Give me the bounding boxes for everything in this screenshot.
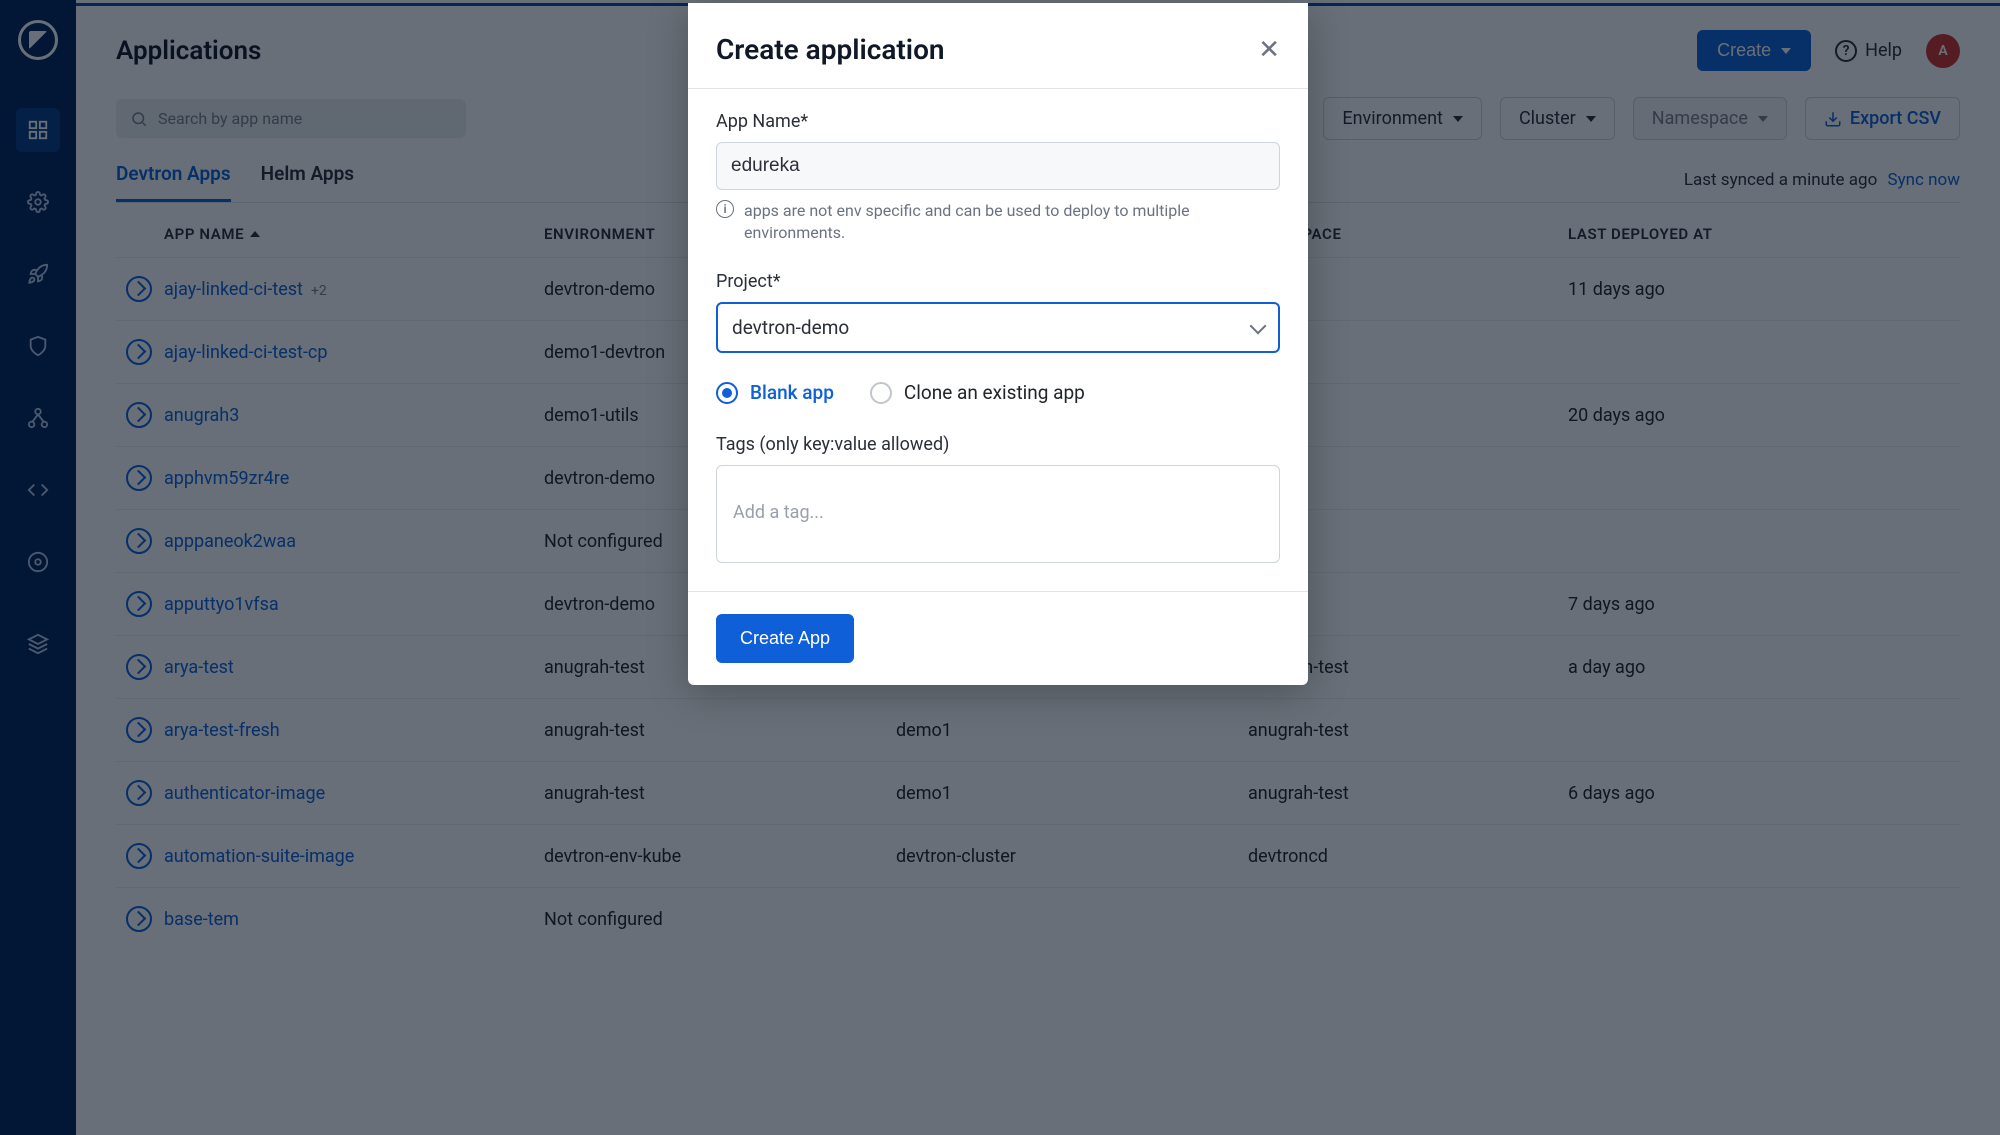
- close-button[interactable]: ✕: [1258, 34, 1280, 65]
- radio-clone-label: Clone an existing app: [904, 381, 1085, 404]
- info-icon: i: [716, 200, 734, 218]
- radio-icon: [870, 382, 892, 404]
- radio-clone-app[interactable]: Clone an existing app: [870, 381, 1085, 404]
- close-icon: ✕: [1258, 34, 1280, 64]
- create-application-modal: Create application ✕ App Name* i apps ar…: [688, 3, 1308, 685]
- app-name-label: App Name*: [716, 111, 1280, 132]
- app-name-input[interactable]: [716, 142, 1280, 190]
- radio-blank-app[interactable]: Blank app: [716, 381, 834, 404]
- project-select[interactable]: devtron-demo: [716, 302, 1280, 353]
- project-selected-value: devtron-demo: [732, 316, 849, 339]
- app-name-hint: apps are not env specific and can be use…: [744, 200, 1280, 243]
- tags-placeholder: Add a tag...: [733, 502, 824, 523]
- create-app-button[interactable]: Create App: [716, 614, 854, 663]
- radio-blank-label: Blank app: [750, 381, 834, 404]
- project-label: Project*: [716, 271, 1280, 292]
- radio-icon: [716, 382, 738, 404]
- tags-input[interactable]: Add a tag...: [716, 465, 1280, 563]
- chevron-down-icon: [1250, 317, 1267, 334]
- modal-title: Create application: [716, 33, 945, 66]
- tags-label: Tags (only key:value allowed): [716, 434, 1280, 455]
- create-app-button-label: Create App: [740, 628, 830, 648]
